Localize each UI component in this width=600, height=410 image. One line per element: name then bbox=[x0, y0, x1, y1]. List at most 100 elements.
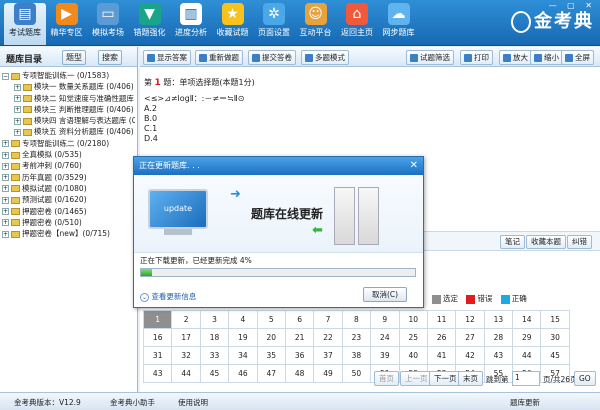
answer-card-cell[interactable]: 37 bbox=[313, 346, 343, 365]
answer-card-cell[interactable]: 33 bbox=[199, 346, 230, 365]
submit-button[interactable]: 提交答卷 bbox=[248, 50, 296, 65]
answer-card-cell[interactable]: 14 bbox=[512, 310, 542, 329]
redo-button[interactable]: 重新做题 bbox=[195, 50, 243, 65]
option-2[interactable]: C.1 bbox=[144, 124, 596, 134]
search-button[interactable]: 搜索 bbox=[98, 50, 122, 65]
tool-9[interactable]: ⌂ 返回主页 bbox=[336, 3, 378, 45]
answer-card-cell[interactable]: 32 bbox=[171, 346, 201, 365]
answer-card-cell[interactable]: 35 bbox=[256, 346, 286, 365]
tree-item[interactable]: + 模块一 数量关系题库 (0/406) bbox=[2, 81, 135, 92]
answer-card-cell[interactable]: 9 bbox=[370, 310, 400, 329]
expand-icon[interactable]: + bbox=[2, 174, 9, 182]
expand-icon[interactable]: + bbox=[2, 219, 9, 227]
answer-card-cell[interactable]: 17 bbox=[171, 328, 201, 347]
expand-icon[interactable]: + bbox=[2, 140, 9, 148]
answer-card-cell[interactable]: 11 bbox=[426, 310, 457, 329]
tree-item[interactable]: + 模块四 言语理解与表达题库 (0/4 bbox=[2, 115, 135, 126]
collapse-icon[interactable]: − bbox=[2, 72, 9, 80]
answer-card-cell[interactable]: 43 bbox=[483, 346, 514, 365]
report-error-button[interactable]: 纠错 bbox=[567, 235, 592, 249]
tree-item[interactable]: + 模拟试题 (0/1080) bbox=[2, 183, 135, 194]
expand-icon[interactable]: + bbox=[14, 117, 21, 125]
zoom-in-button[interactable]: 放大 bbox=[499, 50, 532, 65]
zoom-out-button[interactable]: 缩小 bbox=[530, 50, 563, 65]
tree-item[interactable]: − 专项智能训练一 (0/1583) bbox=[2, 70, 135, 81]
page-number-input[interactable]: 1 bbox=[512, 371, 540, 386]
tree-item[interactable]: + 押题密卷 (0/510) bbox=[2, 217, 135, 228]
answer-card-cell[interactable]: 27 bbox=[455, 328, 485, 347]
answer-card-cell[interactable]: 39 bbox=[370, 346, 400, 365]
answer-card-cell[interactable]: 29 bbox=[512, 328, 542, 347]
tool-4[interactable]: ▼ 错题强化 bbox=[129, 3, 171, 45]
answer-card-cell[interactable]: 3 bbox=[199, 310, 230, 329]
tool-6[interactable]: ★ 收藏试题 bbox=[212, 3, 254, 45]
answer-card-cell[interactable]: 13 bbox=[483, 310, 514, 329]
cancel-button[interactable]: 取消(C) bbox=[363, 287, 407, 302]
answer-card-cell[interactable]: 20 bbox=[256, 328, 286, 347]
answer-card-cell[interactable]: 1 bbox=[142, 310, 173, 329]
expand-icon[interactable]: + bbox=[2, 196, 9, 204]
fullscreen-button[interactable]: 全屏 bbox=[561, 50, 594, 65]
tool-5[interactable]: ▥ 进度分析 bbox=[170, 3, 212, 45]
tool-3[interactable]: ▭ 模拟考场 bbox=[87, 3, 129, 45]
expand-icon[interactable]: + bbox=[14, 128, 21, 136]
tree-item[interactable]: + 预测试题 (0/1620) bbox=[2, 194, 135, 205]
show-answer-button[interactable]: 显示答案 bbox=[143, 50, 191, 65]
multi-mode-button[interactable]: 多题模式 bbox=[301, 50, 349, 65]
tool-10[interactable]: ☁ 网步题库 bbox=[378, 3, 420, 45]
answer-card-cell[interactable]: 31 bbox=[142, 346, 173, 365]
tree-item[interactable]: + 模块二 知觉速度与准确性题库 (0/ bbox=[2, 93, 135, 104]
answer-card-cell[interactable]: 28 bbox=[483, 328, 514, 347]
tree-item[interactable]: + 历年真题 (0/3529) bbox=[2, 172, 135, 183]
answer-card-cell[interactable]: 22 bbox=[313, 328, 343, 347]
answer-card-cell[interactable]: 15 bbox=[540, 310, 570, 329]
answer-card-cell[interactable]: 41 bbox=[426, 346, 457, 365]
answer-card-cell[interactable]: 24 bbox=[370, 328, 400, 347]
answer-card-cell[interactable]: 34 bbox=[228, 346, 258, 365]
print-button[interactable]: 打印 bbox=[460, 50, 493, 65]
note-button[interactable]: 笔记 bbox=[500, 235, 525, 249]
help-link[interactable]: 使用说明 bbox=[178, 397, 208, 408]
dialog-close-icon[interactable]: ✕ bbox=[410, 157, 418, 175]
answer-card-cell[interactable]: 26 bbox=[426, 328, 457, 347]
expand-icon[interactable]: + bbox=[14, 83, 21, 91]
answer-card-cell[interactable]: 19 bbox=[228, 328, 258, 347]
tool-2[interactable]: ▶ 精华专区 bbox=[46, 3, 88, 45]
update-status[interactable]: 题库更新 bbox=[510, 397, 540, 408]
answer-card-cell[interactable]: 42 bbox=[455, 346, 485, 365]
answer-card-cell[interactable]: 18 bbox=[199, 328, 230, 347]
answer-card-cell[interactable]: 30 bbox=[540, 328, 570, 347]
filter-button[interactable]: 试题筛选 bbox=[406, 50, 454, 65]
favorite-button[interactable]: 收藏本题 bbox=[526, 235, 566, 249]
answer-card-cell[interactable]: 23 bbox=[341, 328, 372, 347]
next-page-button[interactable]: 下一页 bbox=[429, 371, 462, 386]
prev-page-button[interactable]: 上一页 bbox=[400, 371, 433, 386]
option-1[interactable]: B.0 bbox=[144, 114, 596, 124]
expand-icon[interactable]: + bbox=[2, 230, 9, 238]
answer-card-cell[interactable]: 44 bbox=[512, 346, 542, 365]
expand-icon[interactable]: + bbox=[2, 208, 9, 216]
answer-card-cell[interactable]: 21 bbox=[284, 328, 315, 347]
option-3[interactable]: D.4 bbox=[144, 134, 596, 144]
expand-icon[interactable]: + bbox=[14, 95, 21, 103]
tree-item[interactable]: + 全真模拟 (0/535) bbox=[2, 149, 135, 160]
tree-item[interactable]: + 模块五 资料分析题库 (0/406) bbox=[2, 126, 135, 137]
expand-icon[interactable]: + bbox=[14, 106, 21, 114]
answer-card-cell[interactable]: 6 bbox=[284, 310, 315, 329]
answer-card-cell[interactable]: 4 bbox=[228, 310, 258, 329]
last-page-button[interactable]: 末页 bbox=[458, 371, 483, 386]
assistant-link[interactable]: 金考典小助手 bbox=[110, 397, 155, 408]
tool-1[interactable]: ▤ 考试题库 bbox=[4, 3, 46, 45]
answer-card-cell[interactable]: 5 bbox=[256, 310, 286, 329]
answer-card-cell[interactable]: 16 bbox=[142, 328, 173, 347]
answer-card-cell[interactable]: 36 bbox=[284, 346, 315, 365]
expand-icon[interactable]: + bbox=[2, 185, 9, 193]
answer-card-cell[interactable]: 25 bbox=[398, 328, 428, 347]
tree-item[interactable]: + 考前冲刺 (0/760) bbox=[2, 160, 135, 171]
tree-mode-button[interactable]: 题型 bbox=[62, 50, 86, 65]
tool-8[interactable]: ☺ 互动平台 bbox=[295, 3, 337, 45]
first-page-button[interactable]: 首页 bbox=[374, 371, 399, 386]
answer-card-cell[interactable]: 10 bbox=[398, 310, 428, 329]
answer-card-cell[interactable]: 38 bbox=[341, 346, 372, 365]
answer-card-cell[interactable]: 12 bbox=[455, 310, 485, 329]
